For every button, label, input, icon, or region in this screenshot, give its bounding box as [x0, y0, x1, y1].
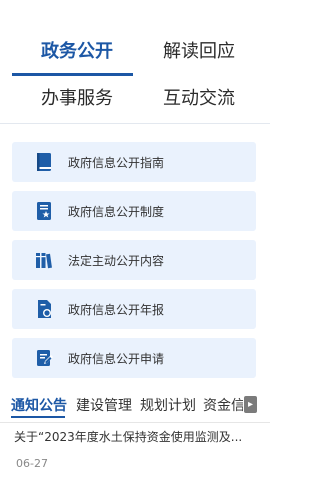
tab-notices[interactable]: 通知公告	[11, 395, 67, 415]
menu-item-label: 政府信息公开申请	[68, 351, 165, 366]
document-star-icon	[34, 201, 54, 221]
book-icon	[34, 152, 54, 172]
divider	[0, 123, 270, 124]
news-item-title[interactable]: 关于“2023年度水土保持资金使用监测及...	[14, 428, 258, 445]
category-tab-bar: 通知公告 建设管理 规划计划 资金信 ▸	[0, 390, 270, 420]
tab-planning[interactable]: 规划计划	[140, 395, 196, 415]
disclosure-menu: 政府信息公开指南 政府信息公开制度 法定主动公开内容 政府信息公开年报 政府信息…	[12, 142, 256, 387]
books-icon	[34, 250, 54, 270]
menu-item-label: 政府信息公开年报	[68, 302, 165, 317]
menu-item-guide[interactable]: 政府信息公开指南	[12, 142, 256, 182]
news-item-date: 06-27	[16, 457, 48, 470]
menu-item-label: 法定主动公开内容	[68, 253, 165, 268]
scroll-right-icon[interactable]: ▸	[244, 396, 257, 413]
edit-form-icon	[34, 348, 54, 368]
tab-services[interactable]: 办事服务	[41, 87, 113, 111]
active-tab-indicator	[12, 73, 133, 76]
menu-item-application[interactable]: 政府信息公开申请	[12, 338, 256, 378]
menu-item-annual-report[interactable]: 政府信息公开年报	[12, 289, 256, 329]
tab-funding[interactable]: 资金信	[203, 395, 243, 415]
divider	[0, 422, 270, 423]
menu-item-system[interactable]: 政府信息公开制度	[12, 191, 256, 231]
menu-item-label: 政府信息公开制度	[68, 204, 165, 219]
report-icon	[34, 299, 54, 319]
active-subtab-indicator	[11, 416, 65, 418]
tab-government-affairs[interactable]: 政务公开	[41, 40, 113, 64]
menu-item-label: 政府信息公开指南	[68, 155, 165, 170]
tab-construction[interactable]: 建设管理	[76, 395, 132, 415]
main-tab-bar: 政务公开 解读回应 办事服务 互动交流	[0, 0, 270, 125]
tab-interaction[interactable]: 互动交流	[163, 87, 235, 111]
tab-interpretation[interactable]: 解读回应	[163, 40, 235, 64]
menu-item-content[interactable]: 法定主动公开内容	[12, 240, 256, 280]
